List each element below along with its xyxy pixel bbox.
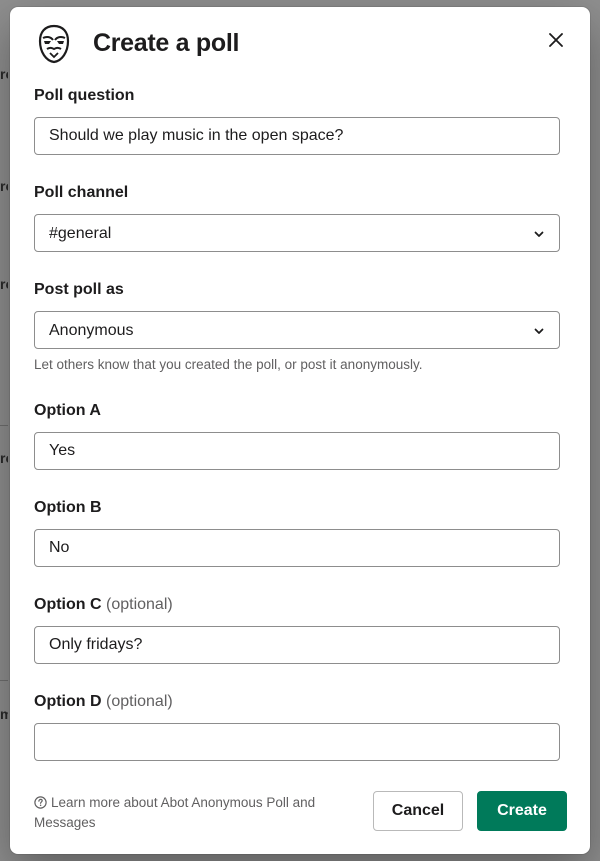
- background-fragment: ro: [0, 178, 8, 194]
- option-b-input[interactable]: [34, 529, 560, 567]
- option-c-label: Option C (optional): [34, 596, 173, 614]
- post-as-select[interactable]: Anonymous: [34, 311, 560, 349]
- option-d-label-text: Option D: [34, 693, 102, 710]
- poll-question-input[interactable]: [34, 117, 560, 155]
- background-fragment: m: [0, 706, 8, 722]
- modal-header: Create a poll: [10, 7, 590, 83]
- background-fragment: ro: [0, 66, 8, 82]
- poll-channel-value: #general: [49, 225, 112, 242]
- close-button[interactable]: [543, 27, 569, 53]
- background-divider: [0, 425, 8, 426]
- option-a-input[interactable]: [34, 432, 560, 470]
- option-a-label: Option A: [34, 402, 101, 419]
- background-fragment: ro: [0, 276, 8, 292]
- chevron-down-icon: [534, 231, 544, 237]
- poll-channel-label: Poll channel: [34, 184, 129, 201]
- option-b-label: Option B: [34, 499, 102, 516]
- help-circle-icon: [34, 796, 47, 809]
- background-fragment: ro: [0, 450, 8, 466]
- option-d-input[interactable]: [34, 723, 560, 761]
- post-as-value: Anonymous: [49, 322, 134, 339]
- modal-title: Create a poll: [93, 29, 240, 57]
- background-divider: [0, 680, 8, 681]
- poll-channel-select[interactable]: #general: [34, 214, 560, 252]
- cancel-button[interactable]: Cancel: [373, 791, 463, 831]
- post-as-label: Post poll as: [34, 281, 124, 298]
- optional-tag: (optional): [106, 596, 173, 613]
- option-d-label: Option D (optional): [34, 693, 173, 711]
- create-button[interactable]: Create: [477, 791, 567, 831]
- modal-footer: Learn more about Abot Anonymous Poll and…: [10, 783, 590, 854]
- create-poll-modal: Create a poll Poll question Poll channel…: [10, 7, 590, 854]
- help-link[interactable]: Learn more about Abot Anonymous Poll and…: [34, 793, 354, 833]
- option-c-input[interactable]: [34, 626, 560, 664]
- poll-question-label: Poll question: [34, 87, 135, 104]
- help-link-text: Learn more about Abot Anonymous Poll and…: [34, 795, 316, 830]
- anonymous-mask-icon: [38, 24, 70, 64]
- post-as-hint: Let others know that you created the pol…: [34, 357, 423, 372]
- close-icon: [549, 33, 563, 47]
- option-c-label-text: Option C: [34, 596, 102, 613]
- optional-tag: (optional): [106, 693, 173, 710]
- chevron-down-icon: [534, 328, 544, 334]
